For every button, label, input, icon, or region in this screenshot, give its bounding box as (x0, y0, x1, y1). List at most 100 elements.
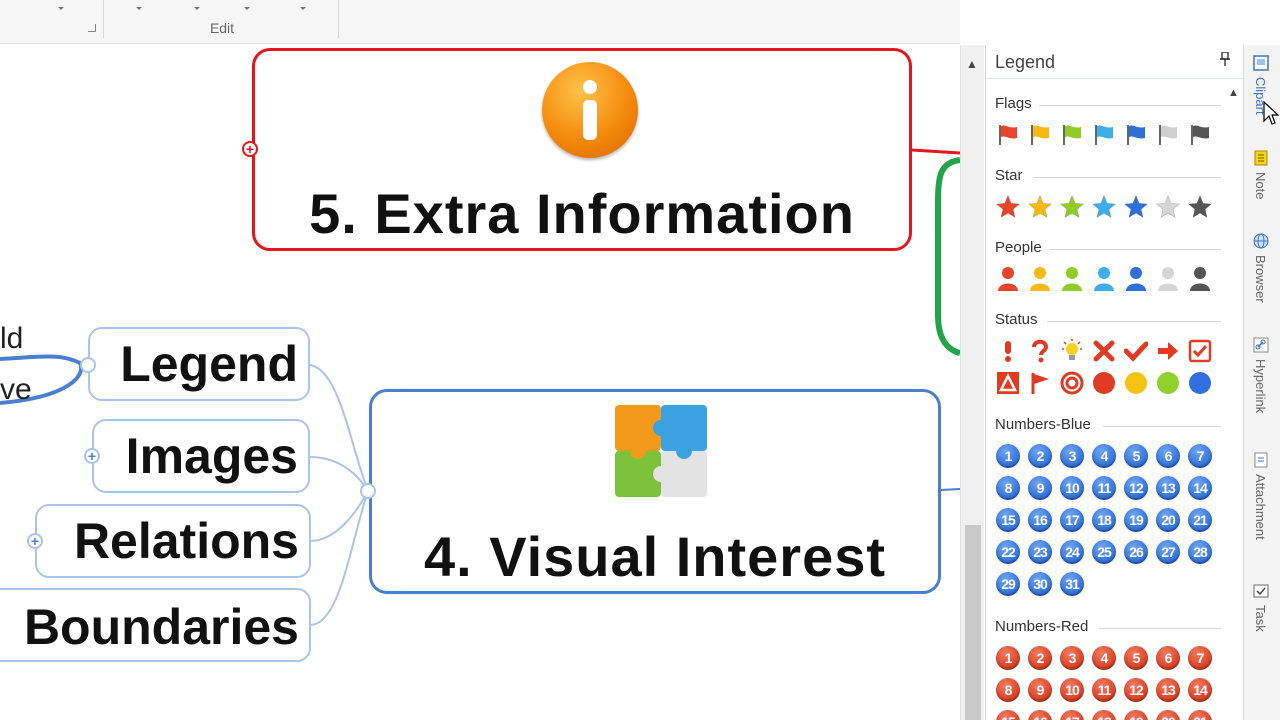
number-blue-icon[interactable]: 7 (1187, 444, 1213, 468)
number-red-icon[interactable]: 13 (1155, 678, 1181, 702)
number-blue-icon[interactable]: 13 (1155, 476, 1181, 500)
number-red-icon[interactable]: 21 (1187, 710, 1213, 720)
number-red-icon[interactable]: 4 (1091, 646, 1117, 670)
person-icon[interactable] (1091, 267, 1117, 291)
subtopic-legend[interactable]: Legend (88, 327, 310, 401)
topic-extra-information[interactable]: 5. Extra Information (252, 48, 912, 251)
warning-icon[interactable] (995, 371, 1021, 395)
canvas-vertical-scrollbar[interactable]: ▲ (960, 45, 984, 720)
collapse-node[interactable] (360, 483, 376, 499)
number-blue-icon[interactable]: 9 (1027, 476, 1053, 500)
number-red-icon[interactable]: 5 (1123, 646, 1149, 670)
dropdown-arrow-icon[interactable] (300, 7, 306, 10)
number-blue-icon[interactable]: 22 (995, 540, 1021, 564)
number-blue-icon[interactable]: 10 (1059, 476, 1085, 500)
dialog-launcher-icon[interactable] (88, 24, 96, 32)
number-red-icon[interactable]: 3 (1059, 646, 1085, 670)
check-icon[interactable] (1123, 339, 1149, 363)
number-red-icon[interactable]: 2 (1027, 646, 1053, 670)
number-blue-icon[interactable]: 19 (1123, 508, 1149, 532)
number-blue-icon[interactable]: 5 (1123, 444, 1149, 468)
person-icon[interactable] (1059, 267, 1085, 291)
topic-visual-interest[interactable]: 4. Visual Interest (369, 389, 941, 594)
number-red-icon[interactable]: 18 (1091, 710, 1117, 720)
partial-topic-text[interactable]: ve (0, 373, 32, 407)
number-blue-icon[interactable]: 24 (1059, 540, 1085, 564)
person-icon[interactable] (1027, 267, 1053, 291)
green-dot-icon[interactable] (1155, 371, 1181, 395)
star-icon[interactable] (1027, 194, 1053, 219)
question-icon[interactable] (1027, 339, 1053, 363)
subtopic-boundaries[interactable]: Boundaries (0, 588, 311, 662)
number-red-icon[interactable]: 16 (1027, 710, 1053, 720)
flag-icon[interactable] (1187, 123, 1213, 147)
number-red-icon[interactable]: 14 (1187, 678, 1213, 702)
number-blue-icon[interactable]: 30 (1027, 572, 1053, 596)
subtopic-images[interactable]: Images (92, 419, 310, 493)
collapse-expand-icon[interactable]: + (242, 141, 258, 157)
star-icon[interactable] (1155, 194, 1181, 219)
arrow-right-icon[interactable] (1155, 339, 1181, 363)
exclamation-icon[interactable] (995, 339, 1021, 363)
red-dot-icon[interactable] (1091, 371, 1117, 395)
number-red-icon[interactable]: 19 (1123, 710, 1149, 720)
number-red-icon[interactable]: 15 (995, 710, 1021, 720)
number-blue-icon[interactable]: 27 (1155, 540, 1181, 564)
expand-icon[interactable]: + (27, 533, 43, 549)
number-red-icon[interactable]: 20 (1155, 710, 1181, 720)
number-blue-icon[interactable]: 16 (1027, 508, 1053, 532)
dropdown-arrow-icon[interactable] (244, 7, 250, 10)
star-icon[interactable] (1091, 194, 1117, 219)
flag-icon[interactable] (1027, 371, 1053, 395)
scroll-thumb[interactable] (965, 525, 981, 720)
number-blue-icon[interactable]: 29 (995, 572, 1021, 596)
flag-icon[interactable] (995, 123, 1021, 147)
target-icon[interactable] (1059, 371, 1085, 395)
number-red-icon[interactable]: 10 (1059, 678, 1085, 702)
person-icon[interactable] (995, 267, 1021, 291)
number-blue-icon[interactable]: 14 (1187, 476, 1213, 500)
number-red-icon[interactable]: 8 (995, 678, 1021, 702)
number-red-icon[interactable]: 12 (1123, 678, 1149, 702)
number-red-icon[interactable]: 9 (1027, 678, 1053, 702)
subtopic-relations[interactable]: Relations (35, 504, 311, 578)
number-red-icon[interactable]: 17 (1059, 710, 1085, 720)
expand-icon[interactable]: + (84, 448, 100, 464)
bulb-icon[interactable] (1059, 339, 1085, 363)
number-blue-icon[interactable]: 12 (1123, 476, 1149, 500)
number-red-icon[interactable]: 6 (1155, 646, 1181, 670)
yellow-dot-icon[interactable] (1123, 371, 1149, 395)
number-red-icon[interactable]: 11 (1091, 678, 1117, 702)
person-icon[interactable] (1123, 267, 1149, 291)
scroll-up-icon[interactable]: ▲ (1228, 87, 1239, 99)
checkbox-icon[interactable] (1187, 339, 1213, 363)
number-blue-icon[interactable]: 21 (1187, 508, 1213, 532)
partial-topic-text[interactable]: ld (0, 322, 23, 356)
number-blue-icon[interactable]: 11 (1091, 476, 1117, 500)
number-blue-icon[interactable]: 4 (1091, 444, 1117, 468)
number-blue-icon[interactable]: 6 (1155, 444, 1181, 468)
star-icon[interactable] (1187, 194, 1213, 219)
number-blue-icon[interactable]: 20 (1155, 508, 1181, 532)
number-blue-icon[interactable]: 28 (1187, 540, 1213, 564)
number-blue-icon[interactable]: 1 (995, 444, 1021, 468)
person-icon[interactable] (1155, 267, 1181, 291)
dropdown-arrow-icon[interactable] (194, 7, 200, 10)
flag-icon[interactable] (1027, 123, 1053, 147)
star-icon[interactable] (1059, 194, 1085, 219)
number-blue-icon[interactable]: 17 (1059, 508, 1085, 532)
pin-icon[interactable] (1220, 51, 1230, 69)
number-blue-icon[interactable]: 2 (1027, 444, 1053, 468)
flag-icon[interactable] (1091, 123, 1117, 147)
dropdown-arrow-icon[interactable] (136, 7, 142, 10)
number-blue-icon[interactable]: 15 (995, 508, 1021, 532)
number-red-icon[interactable]: 1 (995, 646, 1021, 670)
flag-icon[interactable] (1155, 123, 1181, 147)
mindmap-canvas[interactable]: 5. Extra Information + 4. Visual Interes… (0, 45, 960, 720)
blue-dot-icon[interactable] (1187, 371, 1213, 395)
panel-scrollbar[interactable]: ▲ (1223, 81, 1243, 720)
number-blue-icon[interactable]: 3 (1059, 444, 1085, 468)
number-blue-icon[interactable]: 26 (1123, 540, 1149, 564)
star-icon[interactable] (995, 194, 1021, 219)
dropdown-arrow-icon[interactable] (58, 7, 64, 10)
